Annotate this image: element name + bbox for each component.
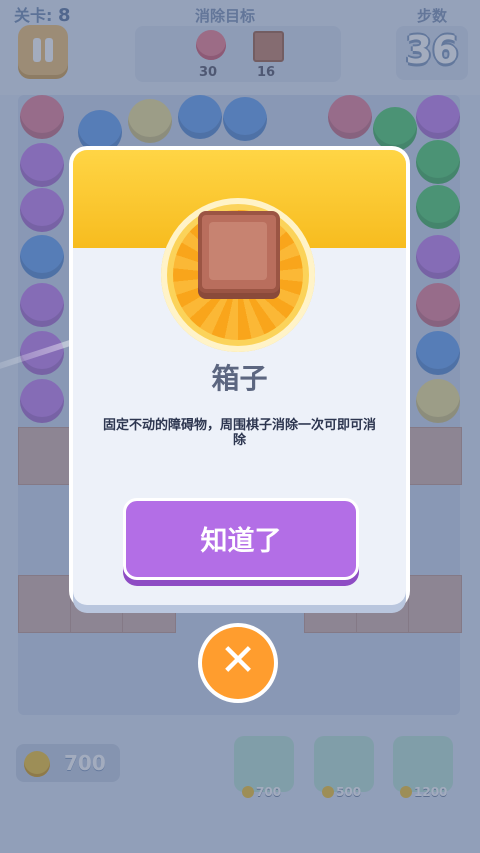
dialog-description: 固定不动的障碍物，周围棋子消除一次可即可消除 [102, 418, 376, 448]
confirm-button[interactable]: 知道了 [123, 498, 359, 580]
crate-face [209, 222, 267, 280]
info-dialog: 箱子 固定不动的障碍物，周围棋子消除一次可即可消除 知道了 [73, 150, 406, 605]
confirm-label: 知道了 [200, 526, 282, 557]
close-button[interactable]: ✕ [202, 627, 274, 699]
close-icon: ✕ [219, 635, 257, 686]
dialog-title: 箱子 [211, 362, 268, 395]
